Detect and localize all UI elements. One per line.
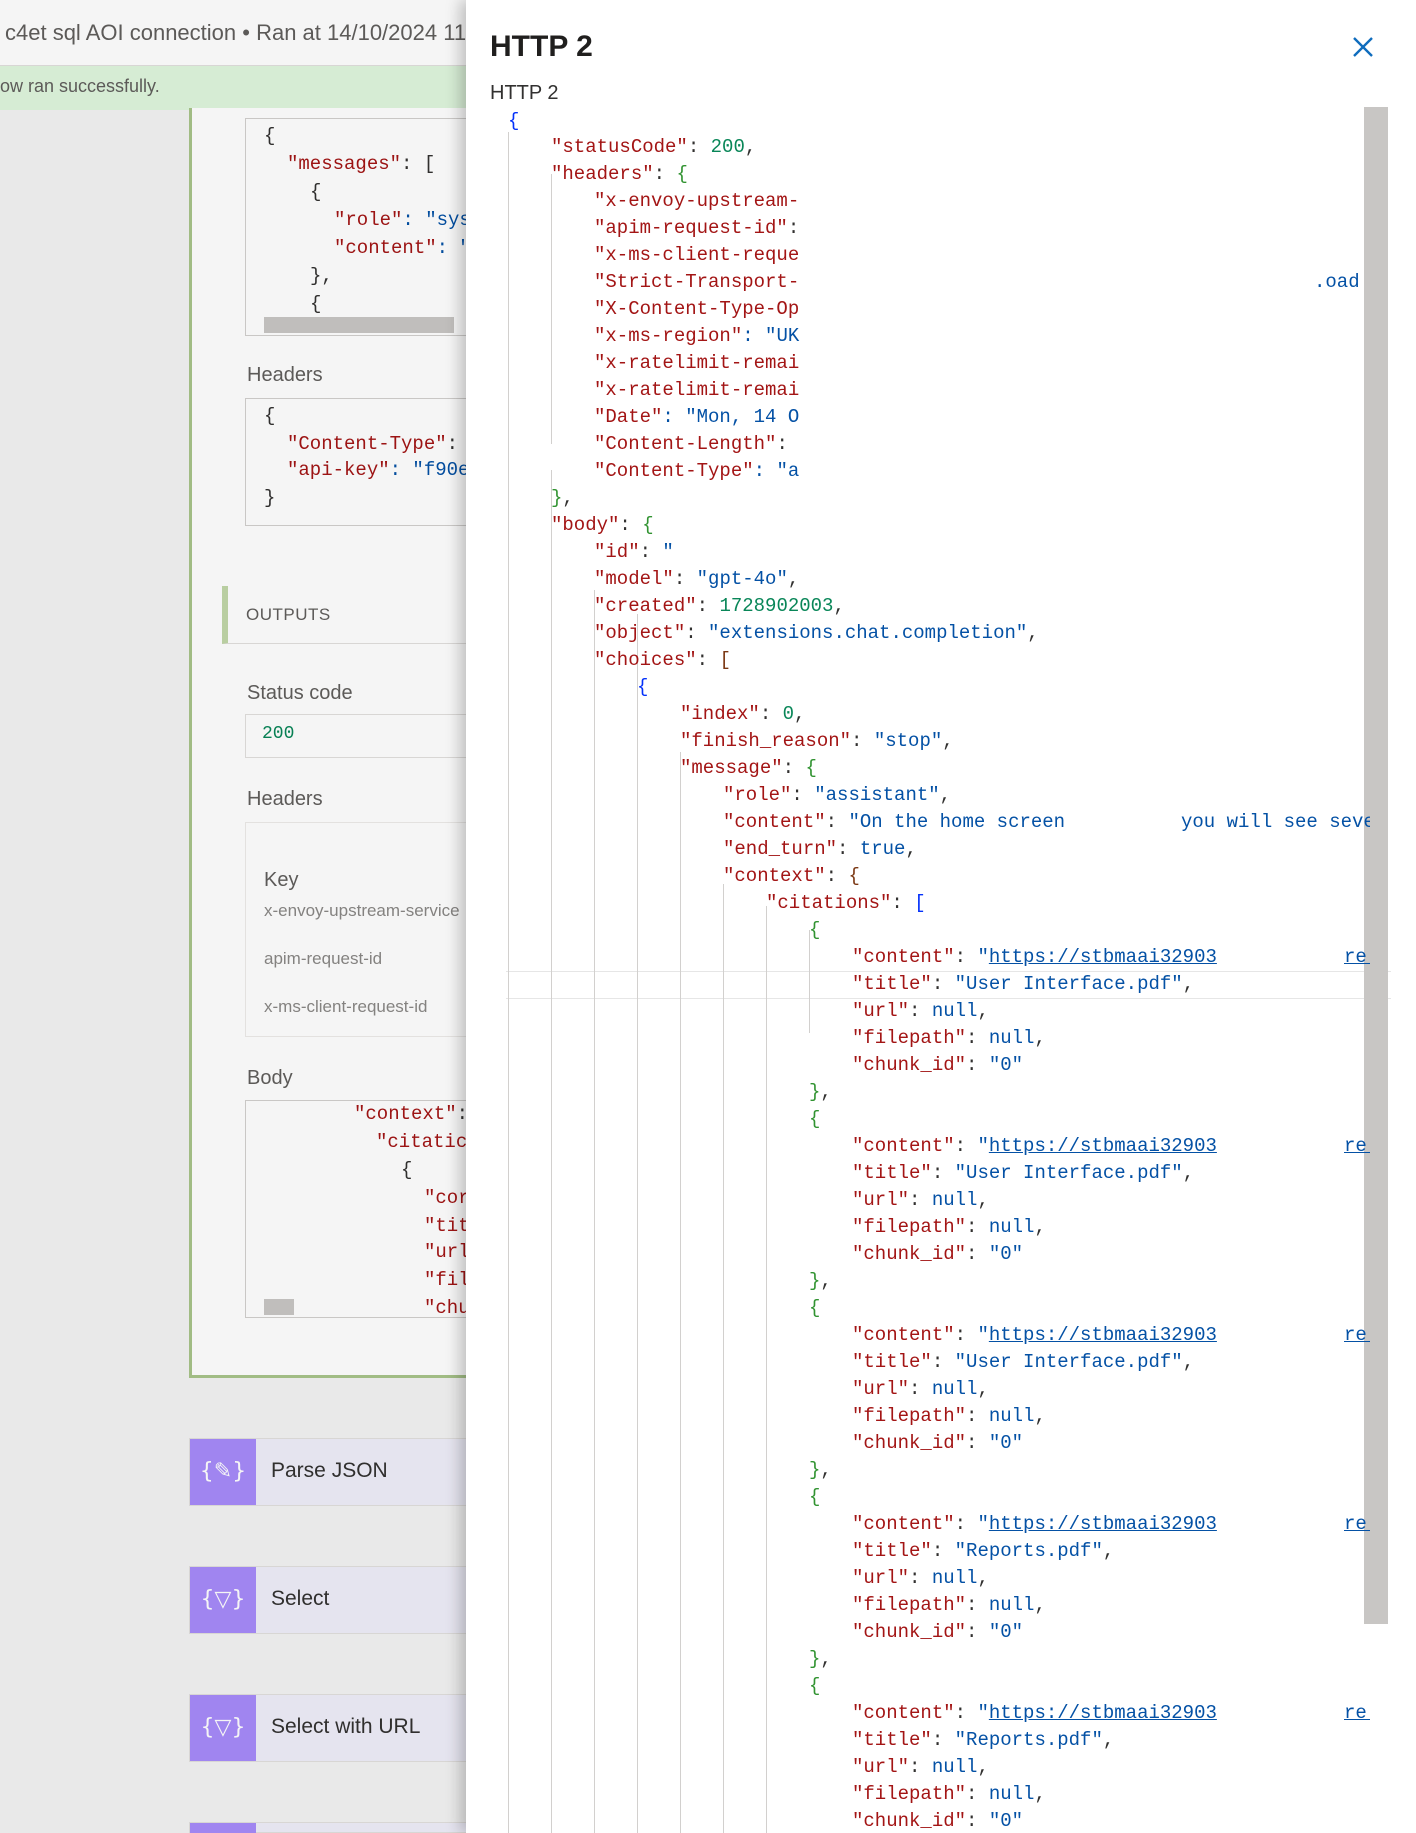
json-line: { xyxy=(637,676,649,698)
json-line: "content": "https://stbmaai32903 xyxy=(852,946,1217,968)
json-line: "content": "https://stbmaai32903 xyxy=(852,1135,1217,1157)
citation-link[interactable]: https://stbmaai32903 xyxy=(989,1513,1217,1535)
json-line: "filepath": null, xyxy=(852,1594,1046,1616)
indent-guide xyxy=(551,174,552,444)
json-line: "Content-Type": "a xyxy=(594,460,800,482)
json-line: "index": 0, xyxy=(680,703,806,725)
json-line-tail: you will see severa xyxy=(1181,811,1370,833)
json-line: "Strict-Transport- xyxy=(594,271,800,293)
json-line: { xyxy=(809,1675,821,1697)
json-line: "X-Content-Type-Op xyxy=(594,298,800,320)
indent-guide xyxy=(680,752,681,1833)
json-line-tail: re. xyxy=(1344,1702,1370,1724)
json-line-tail: re. xyxy=(1344,1513,1370,1535)
json-line: "title": "User Interface.pdf", xyxy=(852,973,1195,995)
json-line: "message": { xyxy=(680,757,817,779)
json-line: "content": "On the home screen xyxy=(723,811,1066,833)
json-line-tail: .oad xyxy=(1314,271,1360,293)
json-line: "context": { xyxy=(723,865,860,887)
json-line: "chunk_id": "0" xyxy=(852,1054,1024,1076)
json-line: "filepath": null, xyxy=(852,1783,1046,1805)
json-line: { xyxy=(508,110,520,132)
json-line: "choices": [ xyxy=(594,649,731,671)
json-line: { xyxy=(809,919,821,941)
json-line: "end_turn": true, xyxy=(723,838,917,860)
json-line: "filepath": null, xyxy=(852,1216,1046,1238)
json-line: { xyxy=(809,1486,821,1508)
panel-title: HTTP 2 xyxy=(490,30,593,63)
json-line: "title": "User Interface.pdf", xyxy=(852,1162,1195,1184)
json-line: "url": null, xyxy=(852,1189,989,1211)
json-line: "x-ms-client-reque xyxy=(594,244,800,266)
json-line: "filepath": null, xyxy=(852,1405,1046,1427)
json-line: "model": "gpt-4o", xyxy=(594,568,800,590)
json-line: "url": null, xyxy=(852,1756,989,1778)
json-line: "chunk_id": "0" xyxy=(852,1810,1024,1832)
json-line: "finish_reason": "stop", xyxy=(680,730,954,752)
json-line-tail: re. xyxy=(1344,1324,1370,1346)
indent-guide xyxy=(551,470,552,1833)
citation-link[interactable]: https://stbmaai32903 xyxy=(989,946,1217,968)
citation-link[interactable]: https://stbmaai32903 xyxy=(989,1702,1217,1724)
json-line: { xyxy=(809,1297,821,1319)
indent-guide xyxy=(809,930,810,1033)
json-line: "x-envoy-upstream- xyxy=(594,190,800,212)
json-line: "citations": [ xyxy=(766,892,926,914)
json-line: "filepath": null, xyxy=(852,1027,1046,1049)
json-line: "chunk_id": "0" xyxy=(852,1432,1024,1454)
json-line: }, xyxy=(809,1459,832,1481)
json-line: "title": "Reports.pdf", xyxy=(852,1729,1115,1751)
json-line: "chunk_id": "0" xyxy=(852,1621,1024,1643)
indent-guide xyxy=(723,884,724,1833)
json-line: "apim-request-id": xyxy=(594,217,800,239)
json-line: "Content-Length": xyxy=(594,433,788,455)
json-line: "x-ms-region": "UK xyxy=(594,325,800,347)
json-line: "url": null, xyxy=(852,1000,989,1022)
indent-guide xyxy=(766,906,767,1833)
json-line: }, xyxy=(809,1081,832,1103)
close-icon[interactable] xyxy=(1346,30,1380,64)
indent-guide xyxy=(637,614,638,1833)
panel-subtitle: HTTP 2 xyxy=(490,82,559,104)
json-line-tail: re. xyxy=(1344,946,1370,968)
modal-overlay xyxy=(0,0,466,1833)
json-viewer[interactable]: { "statusCode": 200, "headers": { "x-env… xyxy=(506,108,1370,1833)
json-line: "id": " xyxy=(594,541,674,563)
json-line: "url": null, xyxy=(852,1378,989,1400)
json-line: "role": "assistant", xyxy=(723,784,952,806)
json-line: "x-ratelimit-remai xyxy=(594,352,800,374)
json-line: }, xyxy=(809,1648,832,1670)
json-line: "created": 1728902003, xyxy=(594,595,845,617)
citation-link[interactable]: https://stbmaai32903 xyxy=(989,1135,1217,1157)
json-line: "headers": { xyxy=(551,163,688,185)
json-line: "statusCode": 200, xyxy=(551,136,757,158)
json-line: "chunk_id": "0" xyxy=(852,1243,1024,1265)
json-line: "title": "User Interface.pdf", xyxy=(852,1351,1195,1373)
json-line: }, xyxy=(551,487,574,509)
json-line: { xyxy=(809,1108,821,1130)
json-line: "Date": "Mon, 14 O xyxy=(594,406,800,428)
http2-details-panel: HTTP 2 HTTP 2 { "statusCode": 200, "head… xyxy=(466,0,1416,1833)
indent-guide xyxy=(594,590,595,1833)
json-line: "content": "https://stbmaai32903 xyxy=(852,1324,1217,1346)
json-line: "body": { xyxy=(551,514,654,536)
json-line: "x-ratelimit-remai xyxy=(594,379,800,401)
json-line: "content": "https://stbmaai32903 xyxy=(852,1702,1217,1724)
json-line: "url": null, xyxy=(852,1567,989,1589)
json-line: "object": "extensions.chat.completion", xyxy=(594,622,1039,644)
json-line: }, xyxy=(809,1270,832,1292)
json-line: "title": "Reports.pdf", xyxy=(852,1540,1115,1562)
citation-link[interactable]: https://stbmaai32903 xyxy=(989,1324,1217,1346)
json-line-tail: re. xyxy=(1344,1135,1370,1157)
indent-guide xyxy=(508,132,509,1833)
json-line: "content": "https://stbmaai32903 xyxy=(852,1513,1217,1535)
